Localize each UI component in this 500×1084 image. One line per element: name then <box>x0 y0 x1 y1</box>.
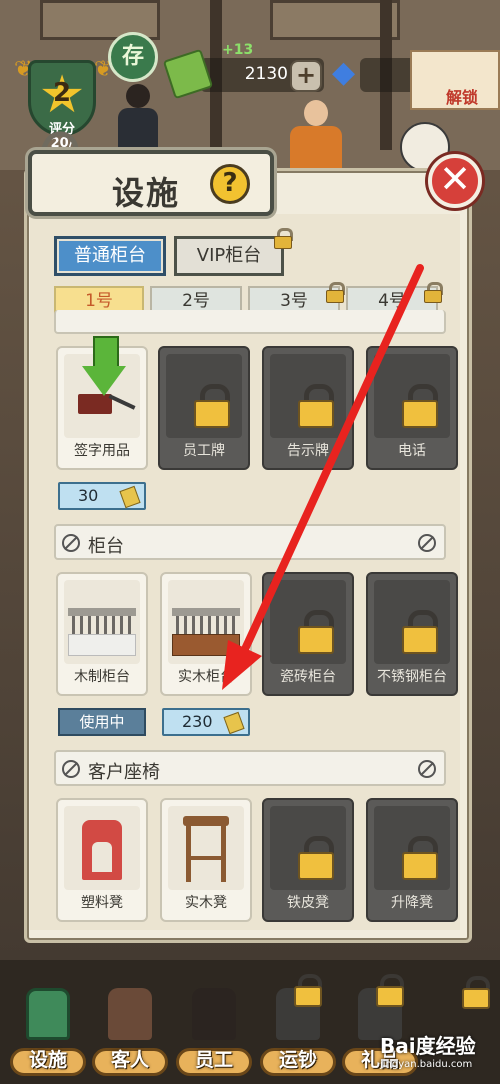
lock-icon <box>194 384 230 428</box>
item-card-solid-wood-counter[interactable]: 实木柜台 <box>160 572 252 696</box>
item-name: 升降凳 <box>391 895 433 911</box>
item-card-iron-stool[interactable]: 铁皮凳 <box>262 798 354 922</box>
lock-icon <box>402 384 438 428</box>
nav-cash-transport[interactable]: 运钞 <box>260 974 336 1084</box>
nav-label: 客人 <box>110 1049 149 1071</box>
item-image <box>64 580 140 664</box>
item-image <box>270 806 346 890</box>
lock-icon <box>424 282 443 303</box>
item-image <box>270 354 346 438</box>
item-name: 电话 <box>398 443 426 459</box>
item-card-wood-counter[interactable]: 木制柜台 <box>56 572 148 696</box>
plastic-stool-icon <box>82 820 122 880</box>
item-image <box>166 354 242 438</box>
nav-label: 员工 <box>194 1049 233 1071</box>
section-title: 客户座椅 <box>88 762 160 783</box>
nav-staff[interactable]: 员工 <box>176 988 252 1084</box>
item-image <box>374 354 450 438</box>
lock-icon <box>294 974 322 1007</box>
item-name: 实木凳 <box>185 895 227 911</box>
section-header-seats: 客户座椅 <box>54 750 446 786</box>
cash-icon <box>119 485 141 509</box>
collapse-icon <box>418 534 436 552</box>
unlock-sign[interactable]: 解锁 <box>410 50 500 110</box>
item-card-staff-badge[interactable]: 员工牌 <box>158 346 250 470</box>
nav-label: 运钞 <box>278 1049 317 1071</box>
panel-title: 设施 <box>112 174 181 212</box>
item-name: 瓷砖柜台 <box>280 669 336 685</box>
collapse-icon <box>62 760 80 778</box>
staff-icon <box>192 988 236 1040</box>
npc-customer[interactable] <box>118 80 158 160</box>
item-name: 不锈钢柜台 <box>377 669 447 685</box>
item-card-tile-counter[interactable]: 瓷砖柜台 <box>262 572 354 696</box>
lock-icon <box>298 610 334 654</box>
panel-title-tab: 设施 ? <box>28 150 274 216</box>
lock-icon <box>298 836 334 880</box>
item-name: 签字用品 <box>74 443 130 459</box>
collapse-icon <box>62 534 80 552</box>
nav-facilities[interactable]: 设施 <box>10 988 86 1084</box>
section-title: 柜台 <box>88 536 124 557</box>
help-button[interactable]: ? <box>210 164 250 204</box>
price-value: 230 <box>182 712 213 731</box>
tab-normal-counter[interactable]: 普通柜台 <box>54 236 166 276</box>
item-image <box>64 806 140 890</box>
lock-icon <box>402 836 438 880</box>
cash-amount: 2130 <box>244 64 288 84</box>
lock-icon <box>462 976 490 1009</box>
in-use-badge: 使用中 <box>58 708 146 736</box>
item-image <box>270 580 346 664</box>
diamond-icon: ◆ <box>332 55 356 90</box>
wood-stool-icon <box>183 816 229 882</box>
down-arrow-icon <box>82 336 126 402</box>
rank-level: 2 <box>52 78 72 108</box>
laurel-right-icon: ❦ <box>94 57 113 82</box>
section-header-signing <box>54 310 446 334</box>
lock-icon <box>402 610 438 654</box>
cash-icon <box>223 711 245 735</box>
item-name: 铁皮凳 <box>287 895 329 911</box>
add-cash-button[interactable]: + <box>290 60 322 92</box>
customer-icon <box>108 988 152 1040</box>
watermark-url: jingyan.baidu.com <box>380 1059 473 1070</box>
close-button[interactable]: ✕ <box>428 154 482 208</box>
npc-staff[interactable] <box>290 100 342 170</box>
item-image <box>168 806 244 890</box>
lock-icon <box>376 974 404 1007</box>
atm-icon <box>26 988 70 1040</box>
nav-label: 设施 <box>28 1049 67 1071</box>
item-card-lift-stool[interactable]: 升降凳 <box>366 798 458 922</box>
item-name: 塑料凳 <box>81 895 123 911</box>
store-button[interactable]: 存 <box>108 32 158 82</box>
item-name: 告示牌 <box>287 443 329 459</box>
tab-vip-counter[interactable]: VIP柜台 <box>174 236 284 276</box>
item-name: 实木柜台 <box>178 669 234 685</box>
lock-icon <box>274 228 293 249</box>
item-name: 木制柜台 <box>74 669 130 685</box>
item-image <box>374 806 450 890</box>
item-image <box>168 580 244 664</box>
item-name: 员工牌 <box>183 443 225 459</box>
nav-customers[interactable]: 客人 <box>92 988 168 1084</box>
price-tag[interactable]: 230 <box>162 708 250 736</box>
item-card-steel-counter[interactable]: 不锈钢柜台 <box>366 572 458 696</box>
lock-icon <box>298 384 334 428</box>
lock-icon <box>326 282 345 303</box>
watermark-brand: Bai度经验 <box>380 1034 476 1058</box>
item-card-telephone[interactable]: 电话 <box>366 346 458 470</box>
section-header-counter: 柜台 <box>54 524 446 560</box>
item-card-plastic-stool[interactable]: 塑料凳 <box>56 798 148 922</box>
unlock-sign-label: 解锁 <box>446 88 479 107</box>
cash-gain: +13 <box>222 42 254 58</box>
price-value: 30 <box>78 486 99 505</box>
watermark: Bai度经验 jingyan.baidu.com <box>380 1030 498 1070</box>
item-card-notice-board[interactable]: 告示牌 <box>262 346 354 470</box>
item-image <box>374 580 450 664</box>
collapse-icon <box>418 760 436 778</box>
price-tag[interactable]: 30 <box>58 482 146 510</box>
item-card-wood-stool[interactable]: 实木凳 <box>160 798 252 922</box>
